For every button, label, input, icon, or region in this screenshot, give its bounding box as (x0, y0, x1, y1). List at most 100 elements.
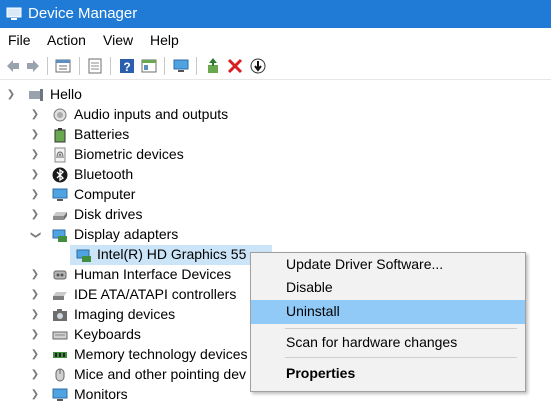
tree-item[interactable]: ❯ Monitors (0, 385, 260, 405)
toolbar-separator (110, 57, 111, 75)
tree-item-label: Disk drives (74, 206, 143, 222)
monitor-icon (52, 388, 68, 401)
tree-item[interactable]: ❯ Bluetooth (0, 165, 300, 185)
chevron-right-icon[interactable]: ❯ (30, 105, 40, 125)
tree-item-label: Batteries (74, 126, 130, 142)
context-disable[interactable]: Disable (251, 276, 525, 300)
bluetooth-icon (52, 167, 68, 183)
refresh-icon[interactable] (86, 57, 104, 75)
download-icon[interactable] (249, 57, 267, 75)
device-manager-icon (6, 7, 22, 20)
tree-item[interactable]: ❯ Memory technology devices (0, 345, 260, 365)
computer-icon (52, 188, 68, 201)
memory-icon (53, 352, 67, 358)
tree-child-item[interactable]: Intel(R) HD Graphics 55 (70, 245, 272, 265)
tree-root[interactable]: ❯ Hello (0, 85, 300, 105)
tree-item-label: Keyboards (74, 326, 141, 342)
speaker-icon (53, 108, 67, 122)
context-item-label: Scan for hardware changes (286, 334, 458, 350)
help-icon[interactable]: ? (118, 57, 136, 75)
context-separator (285, 357, 517, 358)
tree-item[interactable]: ❯ Mice and other pointing dev (0, 365, 260, 385)
update-driver-icon[interactable] (204, 57, 222, 75)
properties-icon[interactable] (54, 57, 72, 75)
view-icon[interactable] (140, 57, 158, 75)
chevron-right-icon[interactable]: ❯ (30, 265, 40, 285)
tree-child-label: Intel(R) HD Graphics 55 (97, 246, 247, 262)
disk-icon (53, 212, 67, 220)
window-title: Device Manager (28, 5, 138, 22)
menu-help[interactable]: Help (150, 32, 179, 48)
tree-item-expanded[interactable]: ❯ Display adapters (0, 225, 300, 245)
fingerprint-icon (54, 147, 66, 163)
toolbar: ? (0, 53, 551, 80)
tree-item[interactable]: ❯ Biometric devices (0, 145, 300, 165)
tree-item[interactable]: ❯ Keyboards (0, 325, 260, 345)
chevron-right-icon[interactable]: ❯ (30, 205, 40, 225)
chevron-right-icon[interactable]: ❯ (30, 365, 40, 385)
chevron-right-icon[interactable]: ❯ (30, 165, 40, 185)
chevron-right-icon[interactable]: ❯ (30, 325, 40, 345)
chevron-right-icon[interactable]: ❯ (30, 145, 40, 165)
svg-text:?: ? (123, 60, 130, 74)
back-icon[interactable] (4, 57, 22, 75)
context-properties[interactable]: Properties (251, 362, 525, 386)
tree-item-label: Bluetooth (74, 166, 134, 182)
menu-action[interactable]: Action (47, 32, 86, 48)
computer-root-icon (29, 89, 43, 101)
tree-item[interactable]: ❯ Audio inputs and outputs (0, 105, 300, 125)
toolbar-separator (79, 57, 80, 75)
context-update-driver[interactable]: Update Driver Software... (251, 253, 525, 277)
tree-item[interactable]: ❯ IDE ATA/ATAPI controllers (0, 285, 260, 305)
tree-item-label: Audio inputs and outputs (74, 106, 229, 122)
menu-file[interactable]: File (8, 32, 31, 48)
context-item-label: Uninstall (286, 303, 340, 319)
toolbar-separator (47, 57, 48, 75)
chevron-down-icon[interactable]: ❯ (25, 230, 45, 240)
chevron-right-icon[interactable]: ❯ (30, 385, 40, 405)
chevron-right-icon[interactable]: ❯ (30, 345, 40, 365)
tree-item[interactable]: ❯ Imaging devices (0, 305, 260, 325)
keyboard-icon (52, 331, 68, 340)
chevron-right-icon[interactable]: ❯ (30, 125, 40, 145)
tree-item-label: Memory technology devices (74, 346, 248, 362)
context-separator (285, 328, 517, 329)
forward-icon[interactable] (24, 57, 42, 75)
context-uninstall[interactable]: Uninstall (251, 300, 525, 324)
tree-item[interactable]: ❯ Human Interface Devices (0, 265, 260, 285)
tree-item-label: IDE ATA/ATAPI controllers (74, 286, 237, 302)
chevron-right-icon[interactable]: ❯ (30, 185, 40, 205)
chevron-down-icon[interactable]: ❯ (6, 85, 16, 105)
tree-item-label: Computer (74, 186, 136, 202)
toolbar-separator (164, 57, 165, 75)
tree-item[interactable]: ❯ Batteries (0, 125, 300, 145)
chevron-right-icon[interactable]: ❯ (30, 285, 40, 305)
menu-view[interactable]: View (103, 32, 133, 48)
tree-item[interactable]: ❯ Disk drives (0, 205, 300, 225)
tree-item[interactable]: ❯ Computer (0, 185, 300, 205)
title-bar: Device Manager (0, 0, 551, 28)
tree-item-label: Biometric devices (74, 146, 184, 162)
tree-item-label: Mice and other pointing dev (74, 366, 246, 382)
tree-item-label: Imaging devices (74, 306, 176, 322)
display-adapter-icon (76, 249, 91, 262)
hid-icon (53, 270, 67, 280)
menu-bar: File Action View Help (0, 29, 551, 53)
context-scan-hardware[interactable]: Scan for hardware changes (251, 331, 525, 355)
tree-item-label: Human Interface Devices (74, 266, 232, 282)
mouse-icon (55, 368, 65, 382)
display-adapter-icon (52, 229, 67, 242)
tree-item-label: Monitors (74, 386, 128, 402)
ide-icon (53, 292, 67, 300)
monitor-scan-icon[interactable] (172, 57, 190, 75)
context-item-label: Disable (286, 279, 333, 295)
chevron-right-icon[interactable]: ❯ (30, 305, 40, 325)
tree-item-label: Display adapters (74, 226, 179, 242)
camera-icon (53, 309, 67, 321)
uninstall-icon[interactable] (226, 57, 244, 75)
context-item-label: Properties (286, 365, 356, 381)
context-item-label: Update Driver Software... (286, 256, 444, 272)
toolbar-separator (196, 57, 197, 75)
context-menu: Update Driver Software... Disable Uninst… (250, 252, 526, 392)
battery-icon (54, 128, 66, 143)
